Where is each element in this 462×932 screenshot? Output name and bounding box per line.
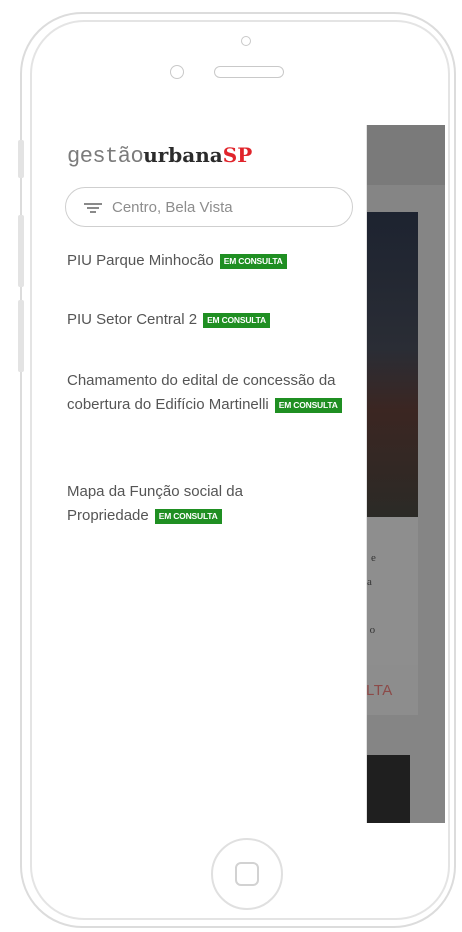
home-button-icon bbox=[235, 862, 259, 886]
list-item-piu-parque-minhocao[interactable]: PIU Parque Minhocão EM CONSULTA bbox=[67, 249, 357, 273]
phone-screen: e a a o LTA gestãourbanaSP PIU Parque Mi… bbox=[51, 125, 445, 823]
search-box[interactable] bbox=[65, 187, 353, 227]
list-item-title: PIU Parque Minhocão bbox=[67, 252, 214, 269]
navigation-drawer: gestãourbanaSP PIU Parque Minhocão EM CON… bbox=[51, 125, 367, 823]
background-button-label: LTA bbox=[366, 682, 393, 699]
list-item-chamamento-martinelli[interactable]: Chamamento do edital de concessão da cob… bbox=[67, 369, 357, 417]
background-text: a bbox=[367, 576, 372, 588]
home-button[interactable] bbox=[211, 838, 283, 910]
status-badge: EM CONSULTA bbox=[274, 398, 342, 413]
search-input[interactable] bbox=[112, 196, 342, 218]
background-thumbnail bbox=[362, 755, 410, 823]
filter-icon bbox=[84, 201, 102, 215]
proximity-sensor bbox=[170, 65, 184, 79]
logo-part-sp: SP bbox=[222, 143, 253, 167]
volume-down-button bbox=[18, 300, 24, 372]
front-camera bbox=[241, 36, 251, 46]
mute-switch bbox=[18, 140, 24, 178]
list-item-title: PIU Setor Central 2 bbox=[67, 311, 198, 328]
status-badge: EM CONSULTA bbox=[154, 509, 222, 524]
list-item-mapa-funcao-social[interactable]: Mapa da Função social da Propriedade EM C… bbox=[67, 480, 297, 528]
logo-part-urbana: urbana bbox=[143, 143, 223, 167]
status-badge: EM CONSULTA bbox=[219, 254, 287, 269]
status-badge: EM CONSULTA bbox=[203, 313, 270, 328]
earpiece-speaker bbox=[214, 66, 284, 78]
logo-part-gestao: gestão bbox=[67, 144, 144, 169]
volume-up-button bbox=[18, 215, 24, 287]
background-text: e bbox=[371, 552, 376, 564]
list-item-piu-setor-central-2[interactable]: PIU Setor Central 2 EM CONSULTA bbox=[67, 308, 357, 332]
gestao-urbana-logo[interactable]: gestãourbanaSP bbox=[67, 141, 252, 171]
